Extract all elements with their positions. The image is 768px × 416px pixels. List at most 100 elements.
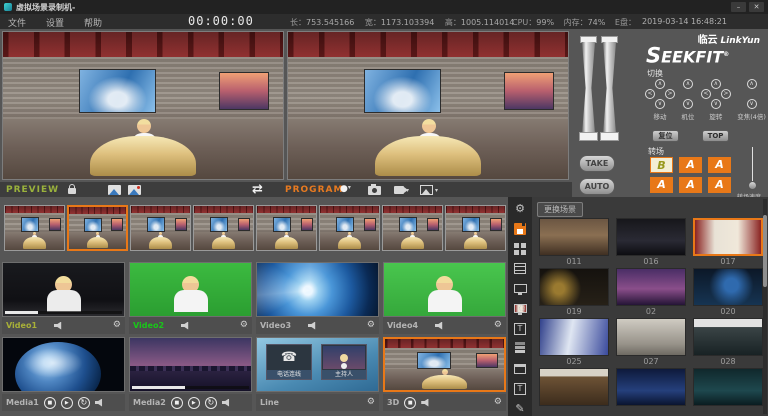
media1-loop-button[interactable]: ↻ [78, 397, 90, 409]
record-icon[interactable]: ● [340, 184, 348, 194]
move-up-button[interactable]: ∧ [655, 79, 665, 89]
snapshot-camera-icon[interactable] [368, 186, 381, 195]
scene-shot-5[interactable] [256, 205, 317, 251]
auto-button[interactable]: AUTO [579, 178, 615, 195]
transition-speed-knob[interactable] [748, 181, 757, 190]
window-icon[interactable] [513, 362, 527, 375]
threed-thumbnail-selected[interactable] [383, 337, 506, 392]
scenes-grid-icon[interactable] [513, 242, 527, 255]
move-down-button[interactable]: ∨ [655, 99, 665, 109]
fader-handle-left[interactable] [579, 132, 598, 141]
line-gear-icon[interactable]: ⚙ [367, 398, 375, 407]
gallery-scrollbar-thumb[interactable] [763, 215, 767, 287]
media2-loop-button[interactable]: ↻ [205, 397, 217, 409]
t-bar-fader[interactable] [579, 36, 641, 146]
rotate-right-button[interactable]: > [721, 89, 731, 99]
media1-stop-button[interactable]: ■ [44, 397, 56, 409]
rotate-down-button[interactable]: ∨ [711, 99, 721, 109]
scene-shot-8[interactable] [445, 205, 506, 251]
record-caret-icon[interactable]: ▾ [348, 184, 351, 191]
scene-shot-2-selected[interactable] [67, 205, 128, 251]
gallery-item-025[interactable] [539, 318, 609, 356]
scene-shot-1[interactable] [4, 205, 65, 251]
gallery-item-row4-3[interactable] [693, 368, 763, 406]
move-left-button[interactable]: < [645, 89, 655, 99]
rotate-left-button[interactable]: < [701, 89, 711, 99]
camera-up-button[interactable]: ∧ [683, 79, 693, 89]
gallery-item-row4-2[interactable] [616, 368, 686, 406]
rotate-up-button[interactable]: ∧ [711, 79, 721, 89]
media1-play-button[interactable]: ▶ [61, 397, 73, 409]
monitor-icon[interactable] [513, 282, 527, 295]
video1-thumbnail[interactable] [2, 262, 125, 317]
reset-button[interactable]: 复位 [652, 130, 679, 142]
media1-thumbnail[interactable] [2, 337, 125, 392]
transition-tile-b[interactable]: B [650, 157, 673, 173]
fader-handle-right[interactable] [600, 132, 619, 141]
gallery-item-02[interactable] [616, 268, 686, 306]
transition-tile-a3[interactable]: A [650, 177, 673, 193]
line-phone-card[interactable]: ☎ 电话连线 [266, 344, 312, 380]
video-capture-icon[interactable] [394, 186, 404, 194]
lock-icon[interactable] [68, 188, 76, 194]
close-button[interactable]: ✕ [749, 2, 764, 12]
gallery-item-019[interactable] [539, 268, 609, 306]
top-view-button[interactable]: TOP [702, 130, 729, 142]
zoom-out-button[interactable]: ∨ [747, 99, 757, 109]
image-add-icon[interactable] [128, 185, 141, 195]
video4-thumbnail[interactable] [383, 262, 506, 317]
video2-speaker-icon[interactable] [181, 322, 191, 330]
swap-icon[interactable]: ⇄ [252, 182, 263, 197]
gallery-item-011[interactable] [539, 218, 609, 256]
line-host-card[interactable]: 主持人 [321, 344, 367, 380]
threed-speaker-muted-icon[interactable] [421, 399, 431, 407]
zoom-in-button[interactable]: ∧ [747, 79, 757, 89]
video-caret-icon[interactable]: ▾ [406, 187, 409, 194]
scene-shot-7[interactable] [382, 205, 443, 251]
video1-gear-icon[interactable]: ⚙ [113, 321, 121, 330]
transition-tile-a2[interactable]: A [708, 157, 731, 173]
change-scene-tab[interactable]: 更换场景 [537, 202, 583, 217]
text-tool-icon[interactable]: T [513, 322, 527, 335]
preview-monitor[interactable] [2, 31, 284, 180]
video1-seekbar[interactable] [5, 311, 122, 314]
save-icon-active[interactable] [513, 222, 527, 235]
gallery-item-028[interactable] [693, 318, 763, 356]
transition-tile-a5[interactable]: A [708, 177, 731, 193]
gallery-item-017-selected[interactable] [693, 218, 763, 256]
minimize-button[interactable]: – [731, 2, 746, 12]
gallery-scrollbar[interactable] [763, 199, 767, 414]
menu-file[interactable]: 文件 [8, 16, 26, 29]
scene-shot-3[interactable] [130, 205, 191, 251]
program-monitor[interactable] [287, 31, 569, 180]
gallery-item-row4-1[interactable] [539, 368, 609, 406]
take-button[interactable]: TAKE [579, 155, 615, 172]
image-icon[interactable] [108, 185, 121, 195]
video2-thumbnail[interactable] [129, 262, 252, 317]
media2-stop-button[interactable]: ■ [171, 397, 183, 409]
video4-speaker-icon[interactable] [435, 322, 445, 330]
transition-speed-slider[interactable] [752, 147, 753, 184]
media2-thumbnail[interactable] [129, 337, 252, 392]
scene-shot-4[interactable] [193, 205, 254, 251]
menu-help[interactable]: 帮助 [84, 16, 102, 29]
scene-shot-6[interactable] [319, 205, 380, 251]
transition-tile-a1[interactable]: A [679, 157, 702, 173]
media2-seekbar[interactable] [132, 386, 249, 389]
media2-speaker-icon[interactable] [222, 399, 232, 407]
gallery-item-020[interactable] [693, 268, 763, 306]
layers-icon[interactable] [513, 342, 527, 355]
gallery-item-027[interactable] [616, 318, 686, 356]
video1-speaker-icon[interactable] [54, 322, 64, 330]
playlist-icon[interactable] [513, 262, 527, 275]
video3-speaker-icon[interactable] [308, 322, 318, 330]
video2-gear-icon[interactable]: ⚙ [240, 321, 248, 330]
picture-caret-icon[interactable]: ▾ [435, 187, 438, 194]
settings-icon[interactable]: ⚙ [513, 202, 527, 215]
video3-gear-icon[interactable]: ⚙ [367, 321, 375, 330]
video3-thumbnail[interactable] [256, 262, 379, 317]
transition-tile-a4[interactable]: A [679, 177, 702, 193]
media1-speaker-icon[interactable] [95, 399, 105, 407]
threed-gear-icon[interactable]: ⚙ [494, 398, 502, 407]
move-right-button[interactable]: > [665, 89, 675, 99]
